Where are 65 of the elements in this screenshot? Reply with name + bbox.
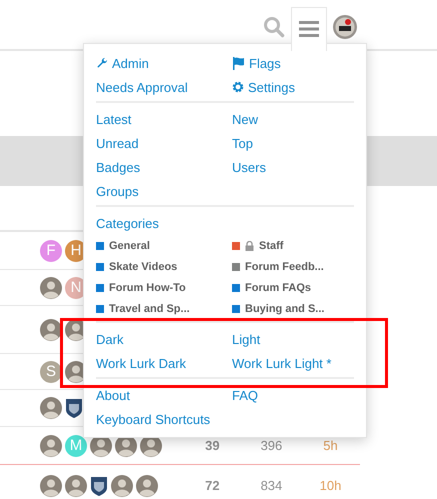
- menu-link[interactable]: FAQ: [232, 383, 354, 407]
- category-label: Forum FAQs: [245, 282, 312, 294]
- menu-link[interactable]: Latest: [96, 107, 232, 131]
- flag-icon: [232, 56, 245, 70]
- category-link[interactable]: Buying and S...: [232, 298, 354, 319]
- menu-icon: [299, 21, 319, 37]
- lock-icon: [245, 240, 254, 250]
- category-label: Staff: [259, 240, 284, 252]
- gear-icon: [232, 81, 244, 93]
- avatar: [65, 474, 87, 496]
- category-label: Forum How-To: [109, 282, 186, 294]
- category-link[interactable]: Forum Feedb...: [232, 256, 354, 277]
- user-avatar[interactable]: [333, 14, 357, 38]
- avatar: [40, 318, 62, 340]
- category-label: General: [109, 240, 150, 252]
- category-label: Travel and Sp...: [109, 302, 190, 314]
- category-link[interactable]: Staff: [232, 235, 354, 256]
- category-link[interactable]: Travel and Sp...: [96, 298, 232, 319]
- category-link[interactable]: Skate Videos: [96, 256, 232, 277]
- category-label: Buying and S...: [245, 302, 324, 314]
- avatar: S: [40, 360, 62, 382]
- avatar: [40, 434, 62, 456]
- topic-stat: 72: [204, 478, 221, 493]
- link-label: Settings: [248, 80, 295, 94]
- link-label: Flags: [249, 56, 281, 70]
- avatar: M: [65, 434, 87, 456]
- menu-link[interactable]: Top: [232, 131, 354, 155]
- topic-stat: 834: [260, 478, 284, 493]
- avatar: [40, 474, 62, 496]
- menu-link[interactable]: New: [232, 107, 354, 131]
- search-icon[interactable]: [263, 16, 285, 38]
- menu-link[interactable]: Users: [232, 155, 354, 179]
- category-link[interactable]: General: [96, 235, 232, 256]
- category-link[interactable]: Forum How-To: [96, 277, 232, 298]
- menu-link[interactable]: Light: [232, 327, 354, 351]
- menu-link[interactable]: About: [96, 383, 232, 407]
- topic-stat: 5h: [322, 438, 339, 453]
- menu-link[interactable]: Groups: [96, 179, 232, 203]
- menu-link[interactable]: Work Lurk Dark: [96, 351, 232, 375]
- topic-stat: 396: [260, 438, 284, 453]
- shield-icon: [90, 474, 108, 496]
- avatar: [40, 397, 62, 419]
- topic-stat: 10h: [318, 478, 342, 493]
- category-label: Forum Feedb...: [245, 260, 324, 272]
- avatar: F: [40, 240, 62, 262]
- menu-link[interactable]: Flags: [232, 51, 354, 75]
- link-label: Admin: [112, 56, 149, 70]
- menu-button[interactable]: [291, 6, 327, 50]
- menu-link[interactable]: Categories: [96, 211, 354, 235]
- menu-link[interactable]: Settings: [232, 75, 354, 99]
- avatar: [136, 474, 158, 496]
- category-link[interactable]: Forum FAQs: [232, 277, 354, 298]
- shield-icon: [65, 397, 83, 419]
- menu-link[interactable]: Needs Approval: [96, 75, 232, 99]
- wrench-icon: [96, 57, 108, 69]
- menu-link[interactable]: Work Lurk Light *: [232, 351, 354, 375]
- menu-link[interactable]: Dark: [96, 327, 232, 351]
- topic-stat: 39: [204, 438, 221, 453]
- menu-link[interactable]: Badges: [96, 155, 232, 179]
- avatar: [111, 474, 133, 496]
- menu-link[interactable]: Unread: [96, 131, 232, 155]
- topic-row[interactable]: 72 834 10h: [0, 464, 360, 499]
- menu-link[interactable]: Admin: [96, 51, 232, 75]
- avatar: [40, 276, 62, 298]
- category-label: Skate Videos: [109, 260, 178, 272]
